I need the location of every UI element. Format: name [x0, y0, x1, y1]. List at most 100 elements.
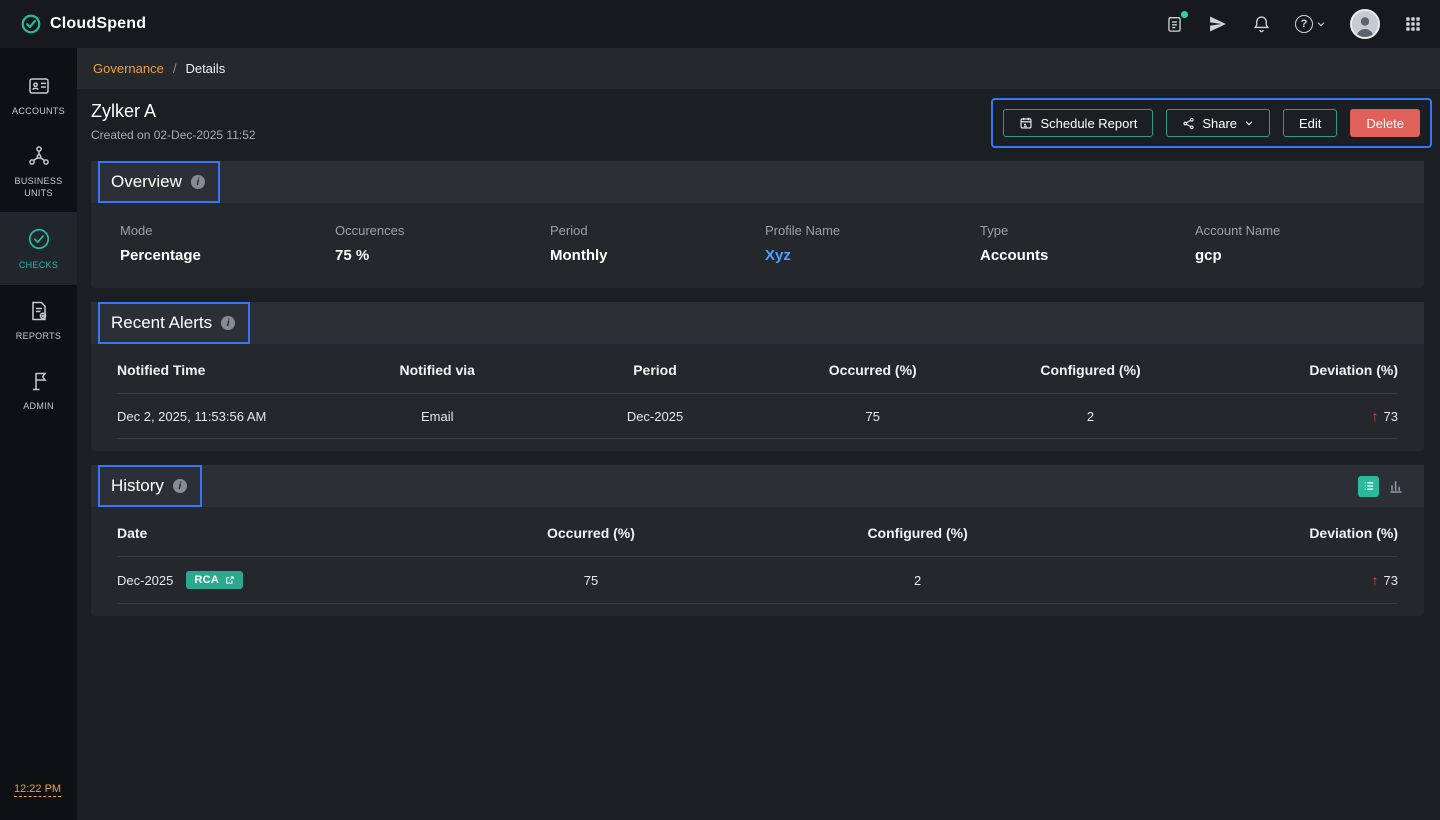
deviation-value: 73 — [1384, 573, 1398, 588]
column-header: Configured (%) — [770, 509, 1065, 557]
sidebar-item-checks[interactable]: CHECKS — [0, 212, 77, 284]
overview-section-title: Overview i — [98, 161, 220, 203]
history-row: Dec-2025 RCA 75 2 — [117, 557, 1398, 604]
column-header: Occurred (%) — [796, 346, 950, 394]
actions-highlight-box: Schedule Report Share Edit Delete — [991, 98, 1432, 148]
overview-field-account-name: Account Name gcp — [1195, 223, 1410, 264]
deviation-up-icon: ↑ — [1372, 572, 1379, 588]
history-date-text: Dec-2025 — [117, 573, 173, 588]
profile-name-link[interactable]: Xyz — [765, 247, 980, 264]
top-navigation-bar: CloudSpend ? — [0, 0, 1440, 48]
sidebar-item-reports[interactable]: REPORTS — [0, 285, 77, 355]
person-icon — [1352, 13, 1378, 37]
checks-icon — [26, 226, 52, 252]
notification-dot — [1181, 11, 1188, 18]
table-view-icon[interactable] — [1358, 476, 1379, 497]
column-header: Notified via — [360, 346, 514, 394]
delete-label: Delete — [1366, 116, 1404, 131]
chevron-down-icon — [1244, 118, 1254, 128]
main-area: Governance / Details Zylker A Created on… — [77, 48, 1440, 820]
recent-alerts-card: Recent Alerts i Notified Time Notified v… — [91, 302, 1424, 451]
delete-button[interactable]: Delete — [1350, 109, 1420, 137]
brand-name: CloudSpend — [50, 15, 146, 33]
sidebar-item-label: ADMIN — [23, 400, 54, 412]
field-value: Accounts — [980, 247, 1195, 264]
schedule-report-button[interactable]: Schedule Report — [1003, 109, 1153, 137]
recent-alerts-body: Notified Time Notified via Period Occurr… — [91, 344, 1424, 451]
info-icon[interactable]: i — [221, 316, 235, 330]
sidebar-item-accounts[interactable]: ACCOUNTS — [0, 60, 77, 130]
page-content: Zylker A Created on 02-Dec-2025 11:52 Sc… — [77, 89, 1440, 616]
recent-alerts-card-header: Recent Alerts i — [91, 302, 1424, 344]
whats-new-icon[interactable] — [1208, 14, 1228, 34]
history-body: Date Occurred (%) Configured (%) Deviati… — [91, 507, 1424, 616]
history-deviation: ↑ 73 — [1065, 557, 1398, 604]
chart-view-icon[interactable] — [1388, 478, 1404, 494]
column-header: Configured (%) — [950, 346, 1232, 394]
breadcrumb: Governance / Details — [77, 48, 1440, 89]
topbar-icon-group: ? — [1165, 9, 1422, 39]
sidebar-item-label: ACCOUNTS — [12, 105, 65, 117]
breadcrumb-governance[interactable]: Governance — [93, 61, 164, 76]
field-value: gcp — [1195, 247, 1410, 264]
overview-field-mode: Mode Percentage — [120, 223, 335, 264]
field-label: Profile Name — [765, 223, 980, 238]
field-value: Percentage — [120, 247, 335, 264]
edit-button[interactable]: Edit — [1283, 109, 1337, 137]
history-configured: 2 — [770, 557, 1065, 604]
notifications-bell-icon[interactable] — [1252, 14, 1271, 34]
recent-alerts-table: Notified Time Notified via Period Occurr… — [117, 346, 1398, 439]
alert-deviation: ↑ 73 — [1231, 394, 1398, 439]
history-section-title: History i — [98, 465, 202, 507]
deviation-up-icon: ↑ — [1372, 408, 1379, 424]
timestamp[interactable]: 12:22 PM — [14, 783, 61, 797]
tasks-icon[interactable] — [1165, 14, 1184, 34]
column-header: Occurred (%) — [412, 509, 771, 557]
left-sidebar: ACCOUNTS BUSINESS UNITS CHECKS REPORTS A… — [0, 48, 77, 820]
field-label: Period — [550, 223, 765, 238]
column-header: Deviation (%) — [1065, 509, 1398, 557]
history-title-text: History — [111, 476, 164, 496]
help-menu[interactable]: ? — [1295, 15, 1326, 33]
title-block: Zylker A Created on 02-Dec-2025 11:52 — [91, 98, 256, 142]
overview-fields: Mode Percentage Occurences 75 % Period M… — [91, 203, 1424, 288]
user-avatar[interactable] — [1350, 9, 1380, 39]
brand-logo[interactable]: CloudSpend — [20, 13, 146, 35]
apps-grid-icon[interactable] — [1404, 15, 1422, 33]
history-table: Date Occurred (%) Configured (%) Deviati… — [117, 509, 1398, 604]
chevron-down-icon — [1316, 19, 1326, 29]
info-icon[interactable]: i — [191, 175, 205, 189]
overview-field-type: Type Accounts — [980, 223, 1195, 264]
history-occurred: 75 — [412, 557, 771, 604]
column-header: Date — [117, 509, 412, 557]
share-button[interactable]: Share — [1166, 109, 1270, 137]
field-value: 75 % — [335, 247, 550, 264]
history-date: Dec-2025 RCA — [117, 557, 412, 604]
grid-icon — [1404, 15, 1422, 33]
overview-card: Overview i Mode Percentage Occurences 75… — [91, 161, 1424, 288]
breadcrumb-current: Details — [185, 61, 225, 76]
history-card-header: History i — [91, 465, 1424, 507]
schedule-report-label: Schedule Report — [1040, 116, 1137, 131]
sidebar-item-label: CHECKS — [19, 259, 58, 271]
field-value: Monthly — [550, 247, 765, 264]
recent-alerts-section-title: Recent Alerts i — [98, 302, 250, 344]
cloudspend-logo-icon — [20, 13, 42, 35]
deviation-value: 73 — [1384, 409, 1398, 424]
sidebar-item-business-units[interactable]: BUSINESS UNITS — [0, 130, 77, 212]
created-on-text: Created on 02-Dec-2025 11:52 — [91, 128, 256, 142]
alert-notified-via: Email — [360, 394, 514, 439]
alert-notified-time: Dec 2, 2025, 11:53:56 AM — [117, 394, 360, 439]
rca-badge[interactable]: RCA — [186, 571, 243, 589]
breadcrumb-divider: / — [173, 61, 177, 76]
column-header: Notified Time — [117, 346, 360, 394]
info-icon[interactable]: i — [173, 479, 187, 493]
history-card: History i — [91, 465, 1424, 616]
alert-occurred: 75 — [796, 394, 950, 439]
sidebar-item-label: REPORTS — [16, 330, 61, 342]
edit-label: Edit — [1299, 116, 1321, 131]
overview-field-occurences: Occurences 75 % — [335, 223, 550, 264]
sidebar-item-admin[interactable]: ADMIN — [0, 355, 77, 425]
schedule-report-icon — [1019, 116, 1033, 130]
sidebar-item-label: BUSINESS UNITS — [4, 175, 73, 199]
